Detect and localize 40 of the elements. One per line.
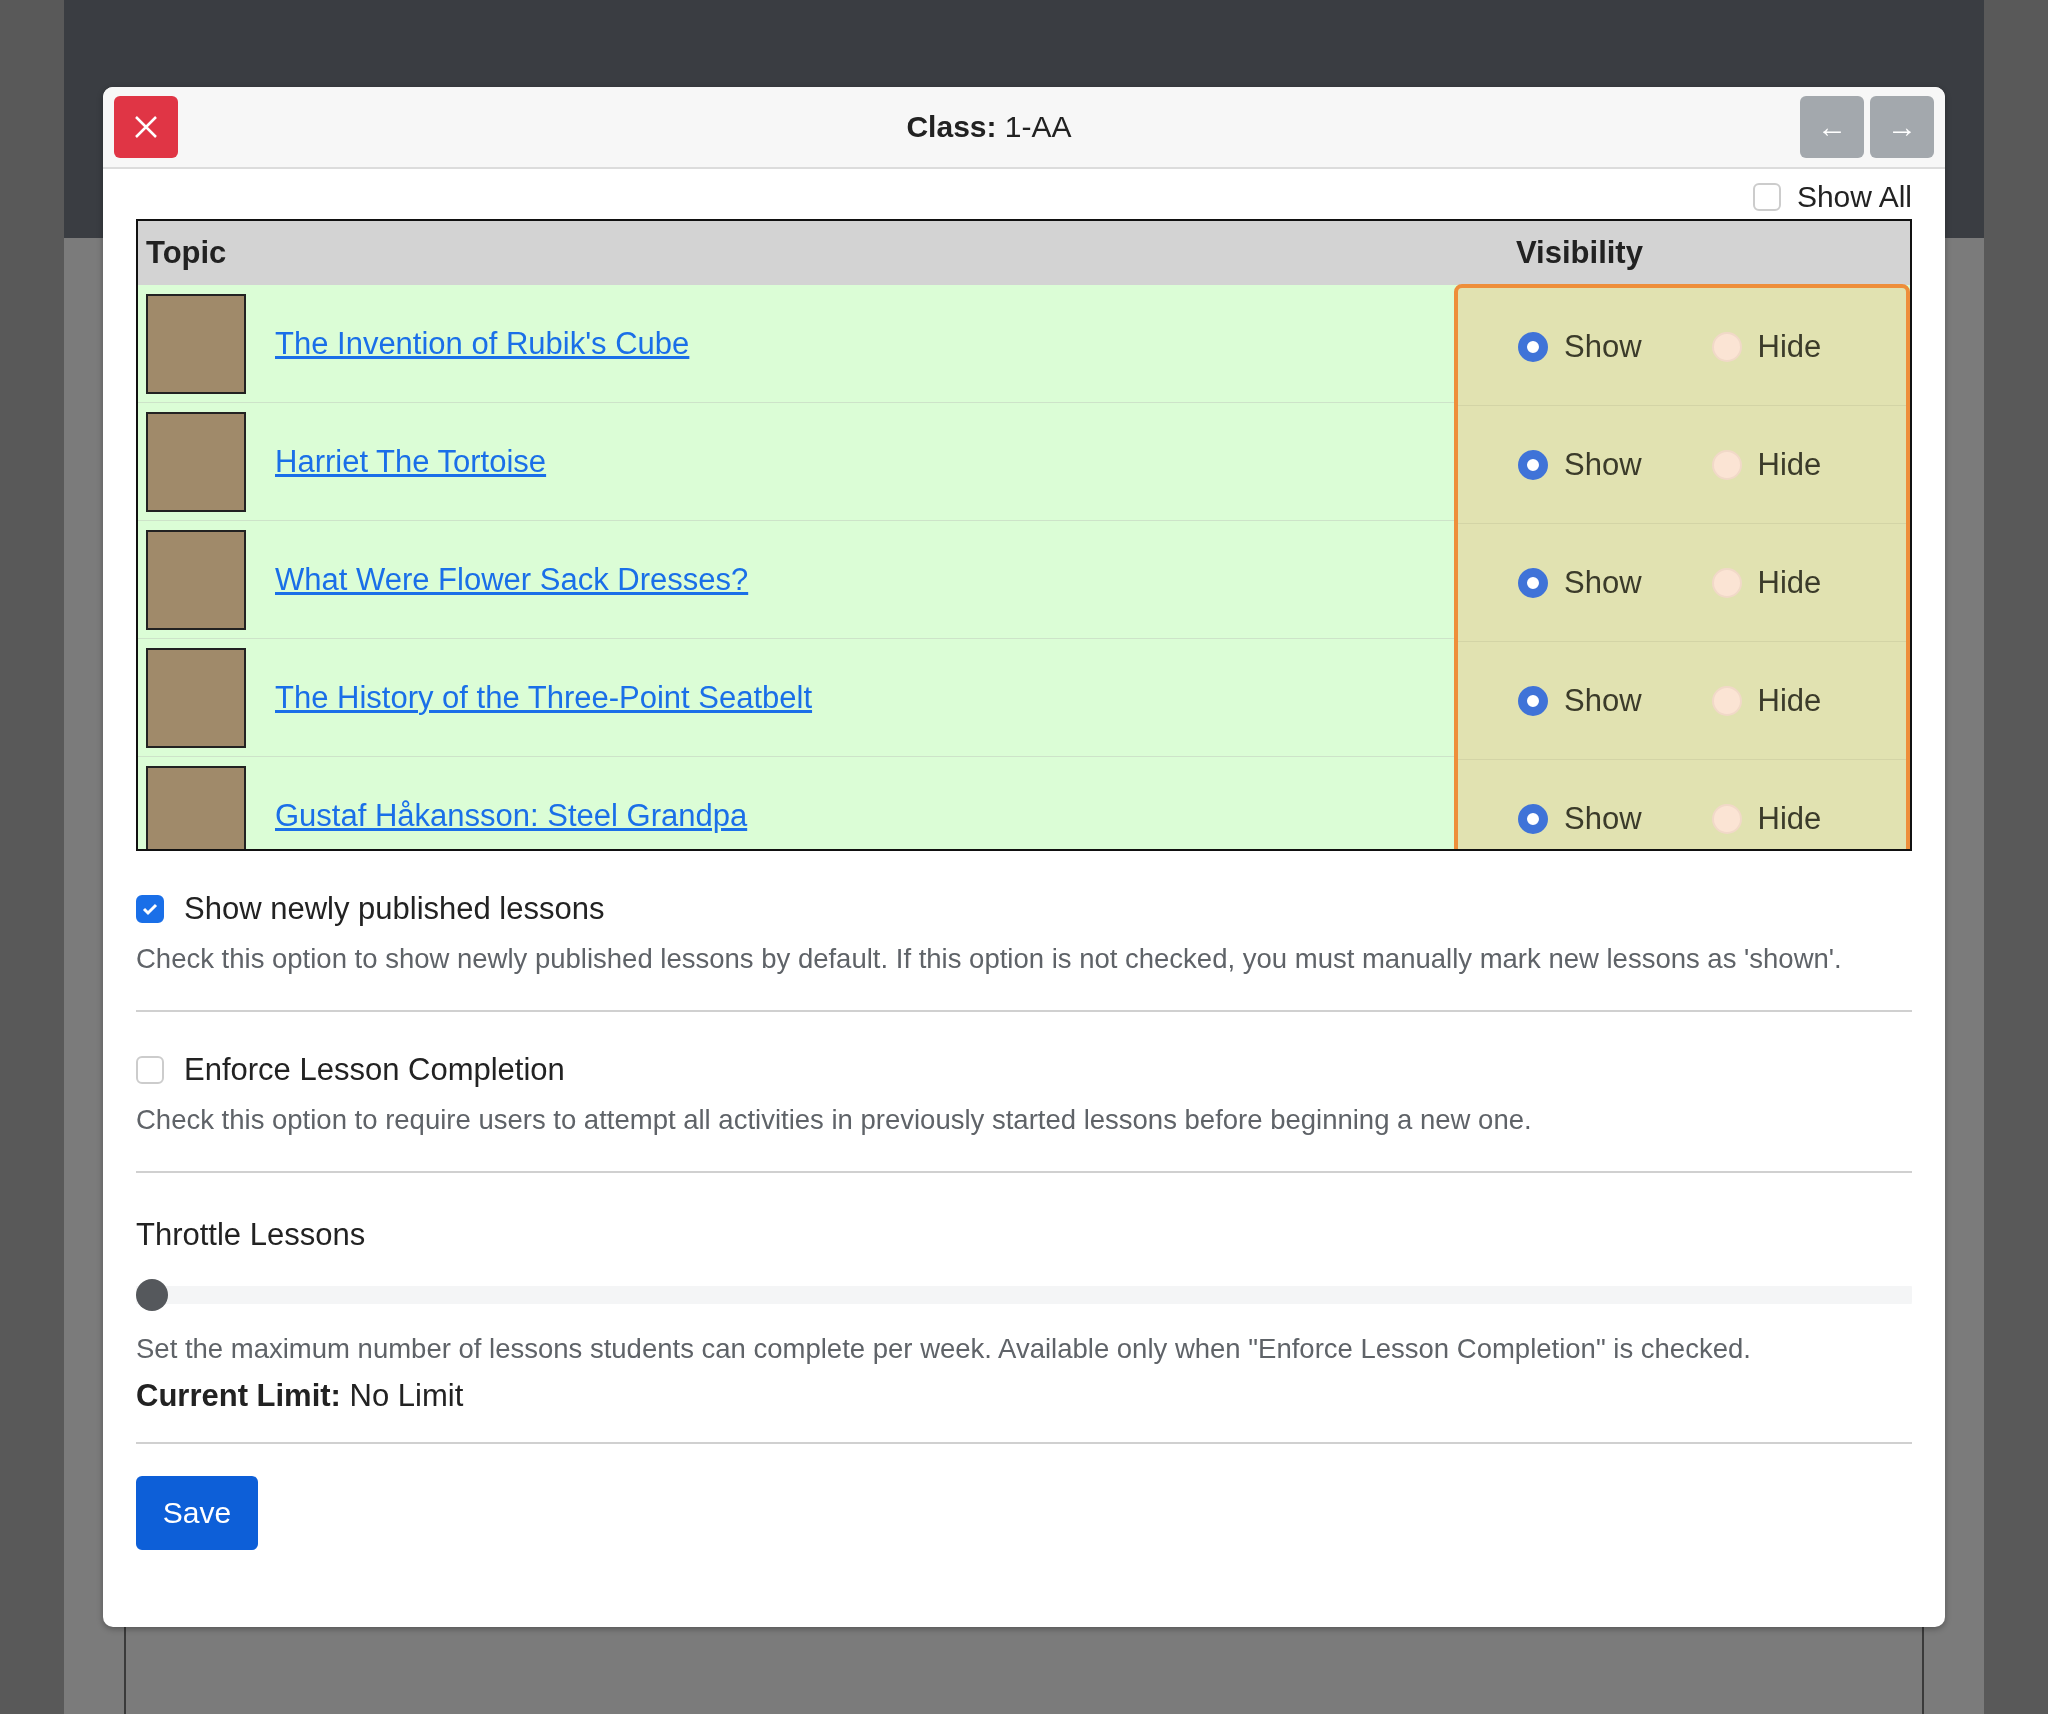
modal-title: Class: 1-AA [906, 110, 1072, 144]
radio-label: Hide [1757, 564, 1822, 601]
radio-label: Show [1564, 564, 1642, 601]
topic-link[interactable]: The History of the Three-Point Seatbelt [275, 679, 813, 716]
radio-button[interactable] [1518, 567, 1548, 598]
radio-label: Hide [1757, 800, 1822, 837]
topic-link[interactable]: The Invention of Rubik's Cube [275, 325, 690, 362]
column-header: Topic [145, 235, 228, 271]
radio-label: Show [1564, 446, 1642, 483]
radio-button[interactable] [1518, 685, 1548, 716]
show-all-label: Show All [1796, 180, 1912, 214]
close-button[interactable] [114, 96, 178, 158]
close-icon [133, 114, 159, 140]
previous-button[interactable]: ← [1800, 96, 1864, 158]
radio-label: Show [1564, 682, 1642, 719]
radio-label: Show [1564, 800, 1642, 837]
topic-link[interactable]: What Were Flower Sack Dresses? [275, 561, 749, 598]
option-description: Check this option to show newly published lessons by default. If this option is not checked, you must manually mark new lessons as 'shown'. [136, 942, 1843, 976]
radio-label: Hide [1757, 682, 1822, 719]
option-label: Enforce Lesson Completion [184, 1052, 565, 1088]
option-checkbox[interactable] [136, 1056, 164, 1084]
option-checkbox[interactable] [136, 895, 164, 923]
current-limit-text: Current Limit: No Limit [136, 1378, 465, 1415]
radio-button[interactable] [1518, 331, 1548, 362]
column-header: Visibility [1515, 235, 1644, 271]
topic-link[interactable]: Harriet The Tortoise [275, 443, 547, 480]
slider-thumb[interactable] [136, 1279, 168, 1311]
next-button[interactable]: → [1870, 96, 1934, 158]
radio-label: Hide [1757, 446, 1822, 483]
throttle-label: Throttle Lessons [136, 1217, 367, 1253]
radio-label: Show [1564, 328, 1642, 365]
radio-button[interactable] [1518, 449, 1548, 480]
show-all-checkbox[interactable] [1752, 183, 1781, 211]
throttle-description: Set the maximum number of lessons students can complete per week. Available only when "Enforce Lesson Completion" is checked. [136, 1332, 1752, 1366]
save-button[interactable]: Save [136, 1476, 258, 1550]
topic-link[interactable]: Gustaf Håkansson: Steel Grandpa [275, 797, 748, 834]
radio-label: Hide [1757, 328, 1822, 365]
radio-button[interactable] [1518, 803, 1548, 834]
option-description: Check this option to require users to attempt all activities in previously started lessons before beginning a new one. [136, 1103, 1533, 1137]
option-label: Show newly published lessons [184, 891, 605, 927]
